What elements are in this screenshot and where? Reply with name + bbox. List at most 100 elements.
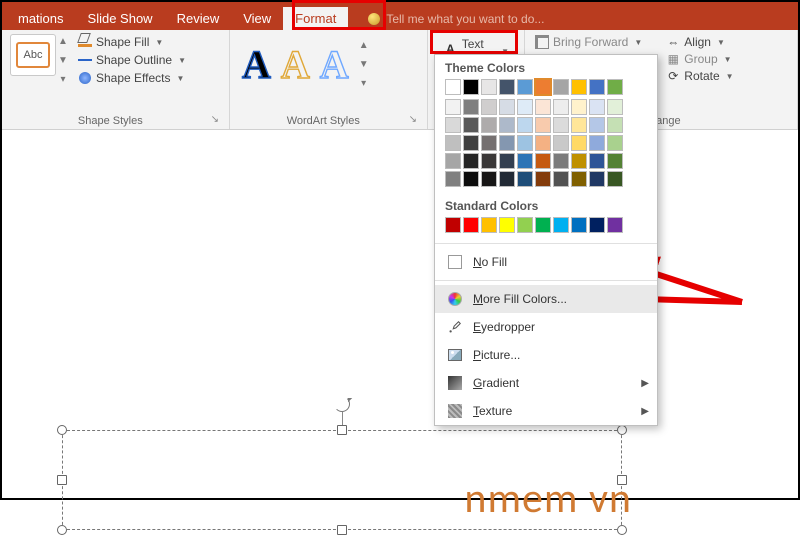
theme-shade-swatch[interactable]: [571, 171, 587, 187]
wordart-dialog-launcher[interactable]: ↘: [409, 114, 419, 127]
shape-outline-button[interactable]: Shape Outline ▼: [76, 52, 188, 68]
texture-item[interactable]: Texture ▶: [435, 397, 657, 425]
theme-shade-swatch[interactable]: [553, 99, 569, 115]
resize-handle-w[interactable]: [57, 475, 67, 485]
theme-shade-swatch[interactable]: [517, 117, 533, 133]
theme-swatch[interactable]: [481, 79, 497, 95]
theme-shade-swatch[interactable]: [607, 135, 623, 151]
resize-handle-s[interactable]: [337, 525, 347, 535]
rotate-button[interactable]: ⟳Rotate▼: [664, 68, 735, 84]
gallery-down-icon[interactable]: ▼: [359, 59, 369, 70]
theme-shade-swatch[interactable]: [535, 171, 551, 187]
theme-shade-swatch[interactable]: [481, 153, 497, 169]
theme-shade-swatch[interactable]: [589, 171, 605, 187]
more-fill-colors-item[interactable]: More Fill Colors...: [435, 285, 657, 313]
standard-swatch[interactable]: [553, 217, 569, 233]
theme-shade-swatch[interactable]: [571, 99, 587, 115]
theme-shade-swatch[interactable]: [535, 117, 551, 133]
shape-effects-button[interactable]: Shape Effects ▼: [76, 70, 188, 86]
theme-shade-swatch[interactable]: [535, 153, 551, 169]
theme-shade-swatch[interactable]: [499, 153, 515, 169]
theme-shade-swatch[interactable]: [445, 117, 461, 133]
tab-format[interactable]: Format: [283, 7, 348, 30]
theme-shade-swatch[interactable]: [517, 171, 533, 187]
theme-shade-swatch[interactable]: [463, 135, 479, 151]
resize-handle-ne[interactable]: [617, 425, 627, 435]
gallery-more-icon[interactable]: ▾: [359, 78, 369, 89]
theme-shade-swatch[interactable]: [499, 99, 515, 115]
tab-review[interactable]: Review: [165, 7, 232, 30]
textbox-content[interactable]: nmem vn: [464, 473, 632, 524]
standard-swatch[interactable]: [607, 217, 623, 233]
resize-handle-nw[interactable]: [57, 425, 67, 435]
theme-shade-swatch[interactable]: [607, 171, 623, 187]
theme-shade-swatch[interactable]: [589, 117, 605, 133]
align-button[interactable]: ⇔Align▼: [664, 34, 735, 50]
bring-forward-button[interactable]: Bring Forward▼: [533, 34, 644, 50]
theme-shade-swatch[interactable]: [481, 99, 497, 115]
rotation-handle[interactable]: [334, 396, 350, 412]
theme-shade-swatch[interactable]: [517, 99, 533, 115]
theme-shade-swatch[interactable]: [499, 135, 515, 151]
theme-swatch[interactable]: [607, 79, 623, 95]
standard-swatch[interactable]: [517, 217, 533, 233]
shape-styles-dialog-launcher[interactable]: ↘: [211, 114, 221, 127]
resize-handle-sw[interactable]: [57, 525, 67, 535]
theme-shade-swatch[interactable]: [553, 153, 569, 169]
group-button[interactable]: ▦Group▼: [664, 51, 735, 67]
standard-swatch[interactable]: [499, 217, 515, 233]
theme-shade-swatch[interactable]: [499, 171, 515, 187]
wordart-preset-3[interactable]: A: [320, 41, 349, 88]
tab-animations[interactable]: mations: [6, 7, 76, 30]
selected-textbox[interactable]: nmem vn: [62, 430, 622, 530]
theme-shade-swatch[interactable]: [463, 117, 479, 133]
theme-shade-swatch[interactable]: [445, 171, 461, 187]
resize-handle-se[interactable]: [617, 525, 627, 535]
shape-style-preset[interactable]: Abc: [10, 34, 56, 76]
theme-shade-swatch[interactable]: [463, 99, 479, 115]
theme-shade-swatch[interactable]: [535, 135, 551, 151]
theme-shade-swatch[interactable]: [607, 99, 623, 115]
resize-handle-n[interactable]: [337, 425, 347, 435]
gradient-item[interactable]: Gradient ▶: [435, 369, 657, 397]
shape-fill-button[interactable]: Shape Fill ▼: [76, 34, 188, 50]
no-fill-item[interactable]: No Fill: [435, 248, 657, 276]
eyedropper-item[interactable]: Eyedropper: [435, 313, 657, 341]
tell-me-search[interactable]: Tell me what you want to do...: [368, 12, 544, 30]
theme-shade-swatch[interactable]: [571, 117, 587, 133]
theme-shade-swatch[interactable]: [463, 153, 479, 169]
gallery-up-icon[interactable]: ▲: [58, 36, 68, 47]
wordart-gallery[interactable]: A A A ▲ ▼ ▾: [238, 34, 373, 89]
standard-swatch[interactable]: [535, 217, 551, 233]
theme-swatch[interactable]: [571, 79, 587, 95]
theme-shade-swatch[interactable]: [589, 153, 605, 169]
theme-shade-swatch[interactable]: [553, 135, 569, 151]
theme-swatch[interactable]: [589, 79, 605, 95]
theme-shade-swatch[interactable]: [481, 117, 497, 133]
tab-slideshow[interactable]: Slide Show: [76, 7, 165, 30]
theme-shade-swatch[interactable]: [589, 135, 605, 151]
theme-shade-swatch[interactable]: [553, 171, 569, 187]
theme-shade-swatch[interactable]: [571, 153, 587, 169]
theme-shade-swatch[interactable]: [553, 117, 569, 133]
theme-shade-swatch[interactable]: [445, 99, 461, 115]
wordart-preset-2[interactable]: A: [281, 41, 310, 88]
theme-shade-swatch[interactable]: [481, 135, 497, 151]
theme-shade-swatch[interactable]: [445, 135, 461, 151]
theme-swatch[interactable]: [517, 79, 533, 95]
theme-shade-swatch[interactable]: [481, 171, 497, 187]
theme-shade-swatch[interactable]: [571, 135, 587, 151]
theme-shade-swatch[interactable]: [517, 153, 533, 169]
standard-swatch[interactable]: [463, 217, 479, 233]
theme-shade-swatch[interactable]: [499, 117, 515, 133]
slide-canvas[interactable]: nmem vn: [2, 130, 798, 498]
theme-swatch[interactable]: [463, 79, 479, 95]
theme-swatch[interactable]: [499, 79, 515, 95]
theme-shade-swatch[interactable]: [607, 117, 623, 133]
theme-swatch[interactable]: [445, 79, 461, 95]
theme-shade-swatch[interactable]: [607, 153, 623, 169]
theme-shade-swatch[interactable]: [535, 99, 551, 115]
gallery-up-icon[interactable]: ▲: [359, 40, 369, 51]
gallery-more-icon[interactable]: ▾: [58, 74, 68, 85]
theme-swatch[interactable]: [553, 79, 569, 95]
